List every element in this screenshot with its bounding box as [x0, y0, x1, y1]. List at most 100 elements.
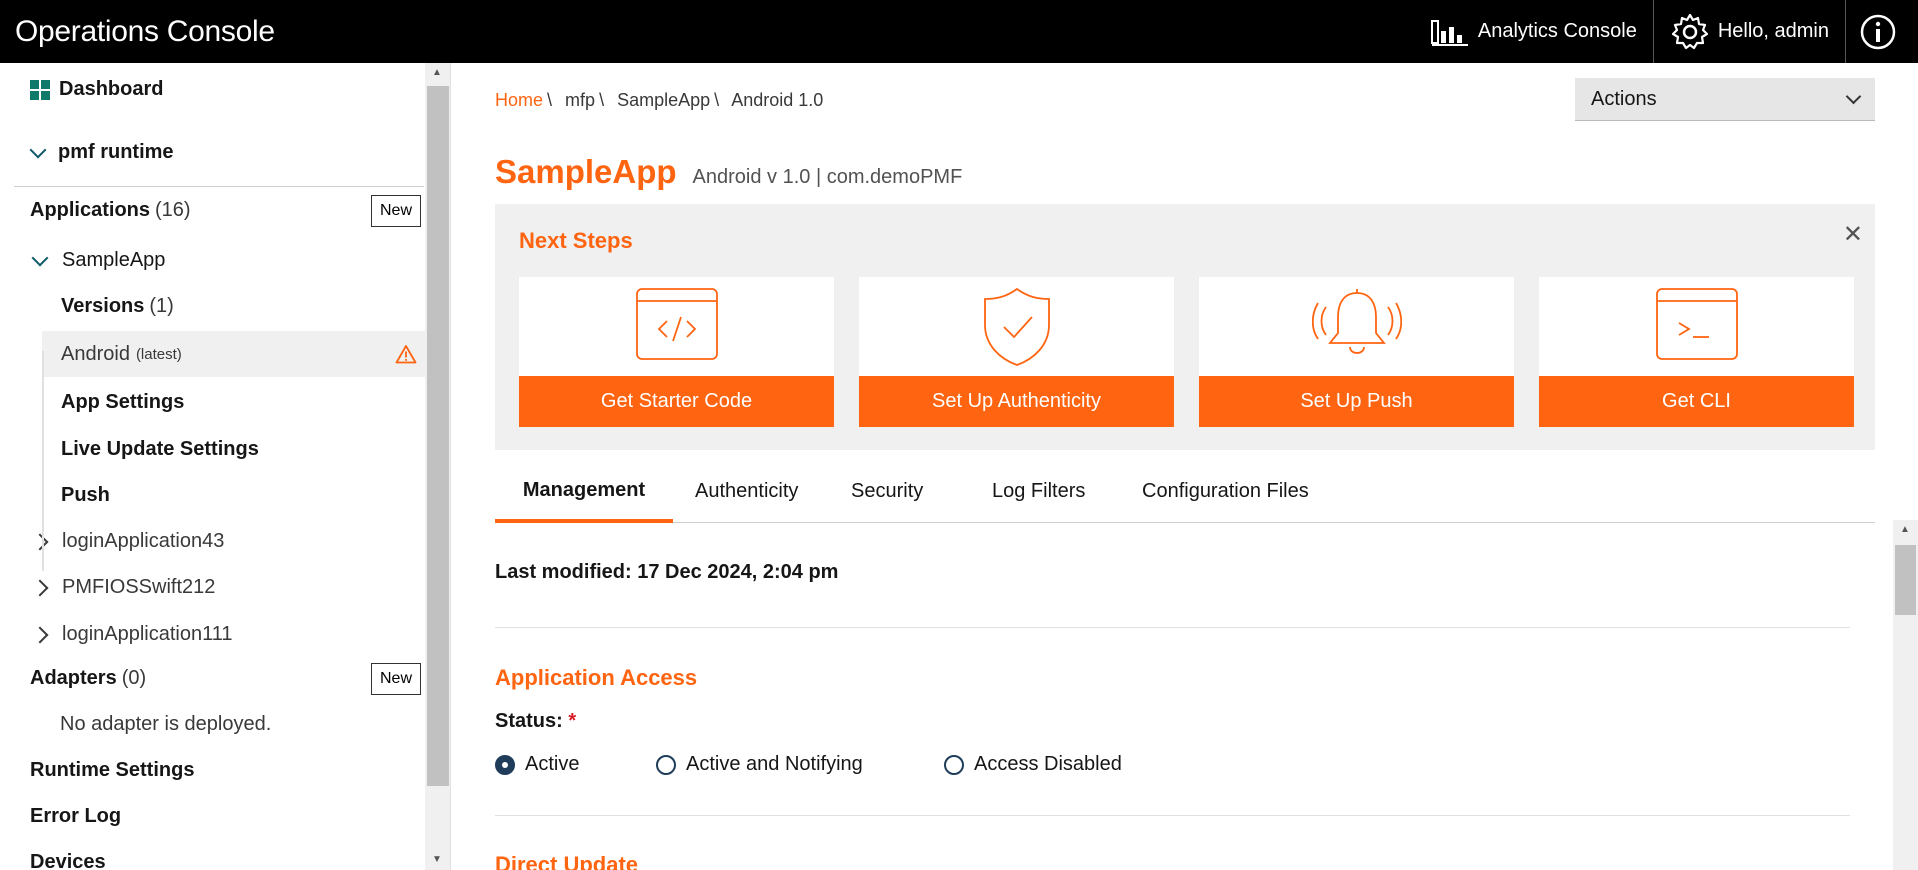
radio-label: Active and Notifying	[686, 753, 863, 775]
sidebar-item-app-settings[interactable]: App Settings	[61, 391, 425, 414]
chevron-down-icon	[1845, 88, 1862, 104]
sidebar-item-dashboard[interactable]: Dashboard	[30, 78, 425, 101]
app-label: loginApplication111	[62, 623, 233, 645]
breadcrumb-mfp[interactable]: mfp	[565, 90, 595, 110]
starter-code-card[interactable]: Get Starter Code	[519, 277, 834, 427]
get-cli-button[interactable]: Get CLI	[1539, 376, 1854, 427]
dashboard-label: Dashboard	[59, 78, 164, 100]
status-radio-active[interactable]: Active	[495, 753, 579, 776]
sidebar-item-adapters[interactable]: Adapters (0) New	[30, 663, 425, 695]
last-modified-text: Last modified: 17 Dec 2024, 2:04 pm	[495, 561, 839, 583]
tree-indent-line	[42, 351, 44, 571]
tab-authenticity[interactable]: Authenticity	[695, 461, 798, 521]
sidebar-item-versions[interactable]: Versions (1)	[61, 295, 425, 318]
sidebar-item-live-update[interactable]: Live Update Settings	[61, 438, 425, 461]
versions-label: Versions	[61, 295, 145, 317]
direct-update-heading: Direct Update	[495, 852, 639, 870]
cli-card[interactable]: Get CLI	[1539, 277, 1854, 427]
chevron-right-icon	[31, 626, 49, 643]
tab-log-filters[interactable]: Log Filters	[992, 461, 1085, 521]
tab-security[interactable]: Security	[851, 461, 923, 521]
actions-label: Actions	[1591, 87, 1657, 110]
applications-count: (16)	[155, 199, 191, 221]
chevron-right-icon	[31, 579, 49, 596]
no-adapter-text: No adapter is deployed.	[60, 713, 272, 735]
main-scrollbar-thumb[interactable]	[1895, 545, 1916, 615]
status-radio-active-notifying[interactable]: Active and Notifying	[656, 753, 863, 776]
sidebar-item-android[interactable]: Android (latest)	[42, 331, 425, 377]
live-update-label: Live Update Settings	[61, 438, 259, 460]
user-menu[interactable]: Hello, admin	[1652, 0, 1845, 63]
sidebar-item-push[interactable]: Push	[61, 484, 425, 507]
adapters-label: Adapters	[30, 667, 117, 689]
close-icon[interactable]: ✕	[1843, 220, 1863, 249]
scroll-up-arrow-icon[interactable]: ▲	[1900, 524, 1910, 535]
terminal-icon	[1655, 288, 1738, 360]
sidebar-item-sampleapp[interactable]: SampleApp	[31, 249, 425, 272]
set-up-push-button[interactable]: Set Up Push	[1199, 376, 1514, 427]
authenticity-card[interactable]: Set Up Authenticity	[859, 277, 1174, 427]
sidebar-item-error-log[interactable]: Error Log	[30, 805, 425, 828]
sidebar-item-applications[interactable]: Applications (16) New	[30, 195, 425, 227]
next-steps-panel: Next Steps ✕ Get Starter Code Set Up Aut…	[495, 204, 1875, 450]
actions-dropdown[interactable]: Actions	[1575, 78, 1875, 121]
breadcrumb-separator: \	[714, 90, 720, 110]
devices-label: Devices	[30, 851, 106, 870]
push-card[interactable]: Set Up Push	[1199, 277, 1514, 427]
app-settings-label: App Settings	[61, 391, 185, 413]
info-button[interactable]	[1845, 0, 1918, 63]
user-greeting: Hello, admin	[1717, 20, 1829, 42]
android-latest-tag: (latest)	[135, 345, 182, 363]
radio-unselected-icon[interactable]	[944, 754, 964, 775]
radio-selected-icon[interactable]	[495, 754, 515, 775]
tab-configuration-files[interactable]: Configuration Files	[1142, 461, 1309, 521]
sidebar-item-loginapplication43[interactable]: loginApplication43	[31, 530, 425, 553]
sidebar-item-devices[interactable]: Devices	[30, 851, 425, 870]
warning-icon	[395, 345, 417, 364]
new-adapter-button[interactable]: New	[370, 663, 421, 695]
status-radio-access-disabled[interactable]: Access Disabled	[944, 753, 1122, 776]
analytics-chart-icon	[1430, 19, 1468, 46]
gear-icon	[1671, 13, 1708, 49]
breadcrumb-android: Android 1.0	[731, 90, 824, 110]
new-application-button[interactable]: New	[370, 195, 421, 227]
sidebar-item-pmfiosswift212[interactable]: PMFIOSSwift212	[31, 576, 425, 599]
scroll-down-arrow-icon[interactable]: ▼	[432, 854, 442, 865]
breadcrumb-separator: \	[547, 90, 553, 110]
breadcrumb: Home \ mfp \ SampleApp \ Android 1.0	[495, 90, 823, 111]
analytics-console-link[interactable]: Analytics Console	[1414, 0, 1653, 63]
code-window-icon	[635, 288, 718, 360]
scroll-up-arrow-icon[interactable]: ▲	[432, 67, 442, 78]
versions-count: (1)	[149, 295, 174, 317]
breadcrumb-sampleapp[interactable]: SampleApp	[617, 90, 710, 110]
adapters-count: (0)	[121, 667, 147, 689]
sidebar-scrollbar[interactable]: ▲ ▼	[425, 63, 450, 870]
main-content: Home \ mfp \ SampleApp \ Android 1.0 Action…	[451, 63, 1893, 870]
breadcrumb-separator: \	[599, 90, 605, 110]
sidebar-item-runtime[interactable]: pmf runtime	[29, 141, 425, 164]
info-icon	[1860, 14, 1896, 49]
sidebar-divider	[14, 186, 424, 187]
error-log-label: Error Log	[30, 805, 122, 827]
application-access-heading: Application Access	[495, 665, 698, 690]
get-starter-code-button[interactable]: Get Starter Code	[519, 376, 834, 427]
tab-management[interactable]: Management	[495, 461, 673, 523]
chevron-down-icon	[31, 249, 49, 266]
sampleapp-label: SampleApp	[62, 249, 166, 271]
page-title: SampleApp Android v 1.0 | com.demoPMF	[495, 153, 962, 191]
android-label: Android	[61, 342, 130, 365]
status-label-text: Status:	[495, 710, 563, 732]
breadcrumb-home[interactable]: Home	[495, 90, 543, 110]
sidebar: Dashboard pmf runtime Applications (16) …	[0, 63, 425, 870]
radio-unselected-icon[interactable]	[656, 754, 676, 775]
runtime-label: pmf runtime	[58, 141, 174, 163]
push-label: Push	[61, 484, 110, 506]
top-bar: Operations Console Analytics Console Hel…	[0, 0, 1918, 63]
main-scrollbar[interactable]: ▲	[1893, 520, 1918, 870]
sidebar-scrollbar-thumb[interactable]	[427, 86, 449, 786]
chevron-right-icon	[31, 533, 49, 550]
sidebar-item-loginapplication111[interactable]: loginApplication111	[31, 623, 425, 646]
sidebar-item-runtime-settings[interactable]: Runtime Settings	[30, 759, 425, 782]
set-up-authenticity-button[interactable]: Set Up Authenticity	[859, 376, 1174, 427]
radio-label: Access Disabled	[974, 753, 1122, 775]
